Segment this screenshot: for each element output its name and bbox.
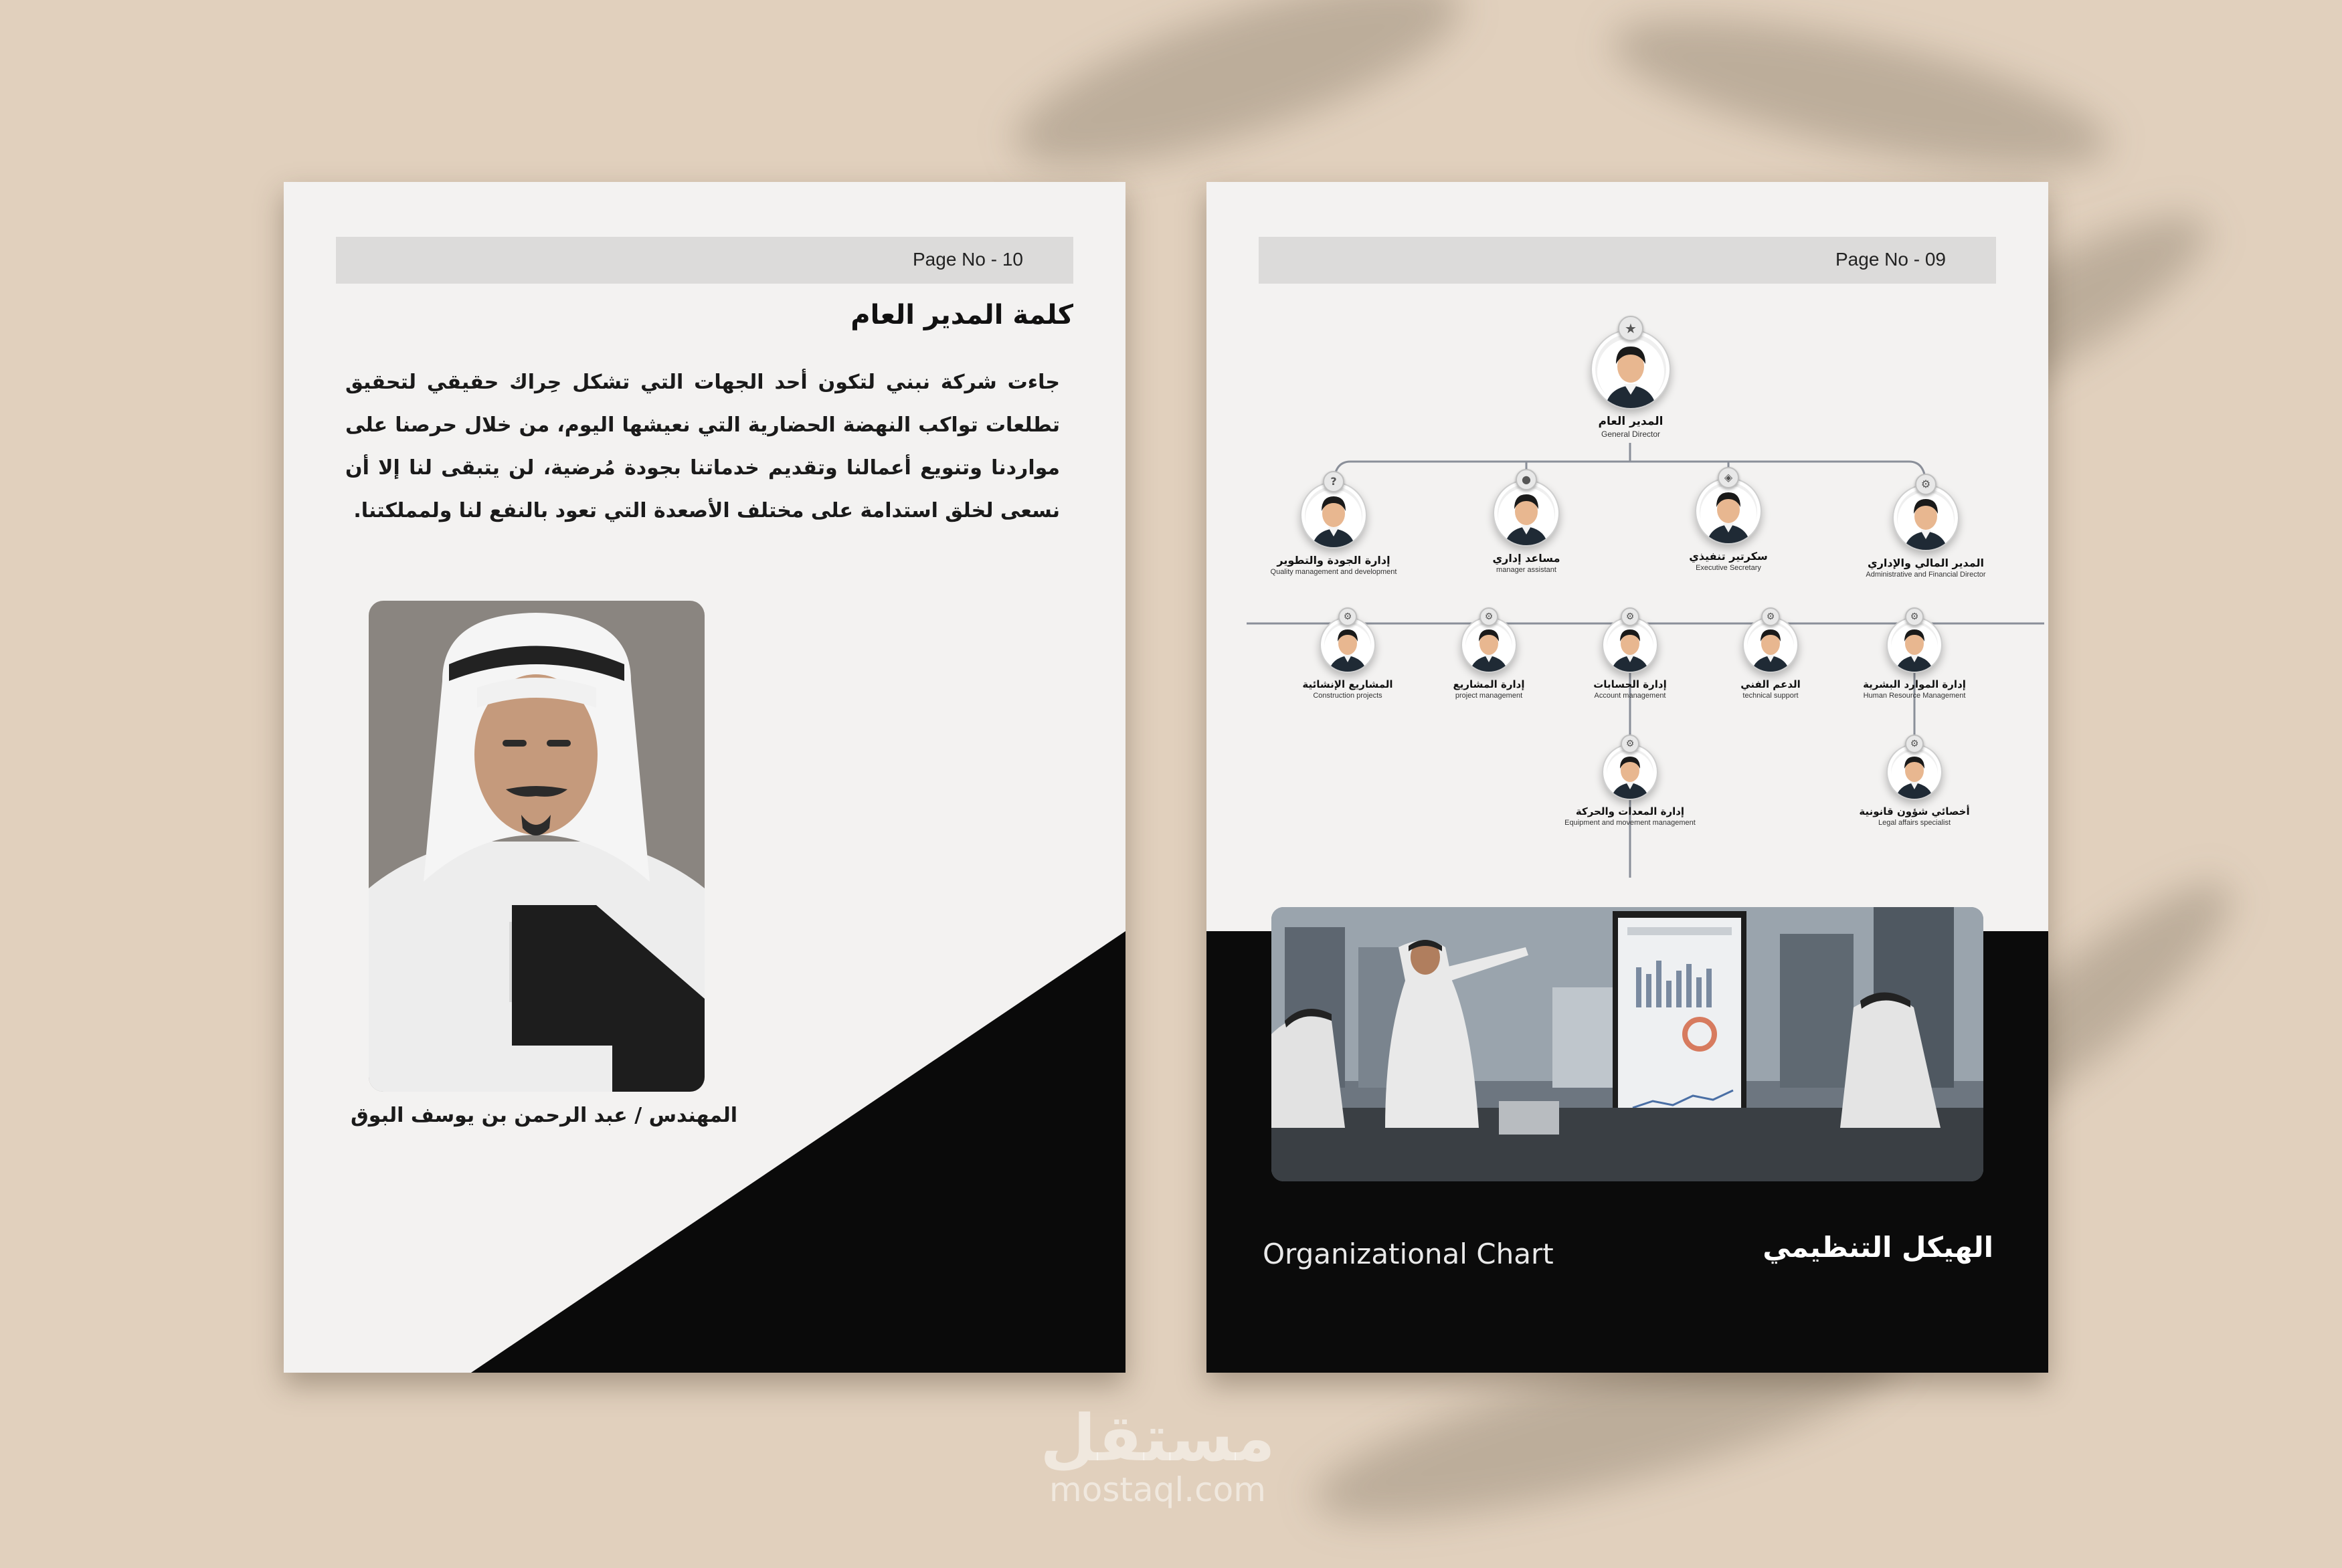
- node-title-ar: المشاريع الإنشائية: [1302, 678, 1393, 690]
- node-title-ar: مساعد إداري: [1492, 552, 1560, 565]
- gear-badge-icon: ⚙: [1621, 607, 1639, 626]
- gear-badge-icon: ⚙: [1621, 734, 1639, 753]
- person-avatar-icon: [1898, 492, 1954, 550]
- person-avatar-icon: [1305, 490, 1362, 547]
- node-title-en: Legal affairs specialist: [1878, 819, 1951, 827]
- person-avatar-icon: [1891, 751, 1938, 799]
- person-badge-icon: ●: [1516, 469, 1537, 490]
- leaf-shadow: [1600, 0, 2121, 199]
- footer-title-ar: الهيكل التنظيمي: [1763, 1231, 1993, 1264]
- page-number-bar: Page No - 10: [336, 237, 1073, 284]
- watermark: مستقل mostaql.com: [984, 1405, 1332, 1508]
- node-title-en: Quality management and development: [1270, 568, 1397, 576]
- tag-badge-icon: ◈: [1718, 467, 1739, 488]
- person-avatar-icon: [1747, 624, 1794, 672]
- org-node-executive-secretary: ◈ سكرتير تنفيذي Executive Secretary: [1635, 467, 1822, 572]
- watermark-arabic: مستقل: [1040, 1401, 1275, 1476]
- footer-title-en: Organizational Chart: [1263, 1238, 1554, 1270]
- person-avatar-icon: [1700, 486, 1756, 543]
- gear-badge-icon: ⚙: [1915, 474, 1936, 495]
- page-general-director-word: Page No - 10 كلمة المدير العام جاءت شركة…: [284, 182, 1125, 1373]
- person-avatar-icon: [1498, 488, 1554, 545]
- black-shape-accent: [512, 905, 705, 1092]
- node-title-ar: إدارة الجودة والتطوير: [1277, 554, 1390, 567]
- lightbulb-badge-icon: ?: [1323, 471, 1344, 492]
- node-title-en: manager assistant: [1496, 566, 1556, 574]
- director-name-caption: المهندس / عبد الرحمن بن يوسف البوق: [350, 1104, 738, 1127]
- person-avatar-icon: [1891, 624, 1938, 672]
- node-title-en: Executive Secretary: [1696, 564, 1761, 572]
- person-avatar-icon: [1597, 338, 1664, 408]
- page-organizational-chart: Page No - 09 ★ المدير العام General Dire…: [1206, 182, 2048, 1373]
- body-paragraph: جاءت شركة نبني لتكون أحد الجهات التي تشك…: [345, 371, 1060, 522]
- watermark-url: mostaql.com: [1049, 1470, 1266, 1509]
- gear-badge-icon: ⚙: [1761, 607, 1780, 626]
- node-title-ar: أخصائي شؤون قانونية: [1859, 805, 1970, 817]
- org-node-construction-projects: ⚙ المشاريع الإنشائية Construction projec…: [1254, 607, 1441, 700]
- node-title-ar: المدير المالي والإداري: [1868, 557, 1984, 569]
- gear-badge-icon: ⚙: [1905, 607, 1924, 626]
- node-title-ar: سكرتير تنفيذي: [1689, 550, 1768, 563]
- meeting-photo: [1271, 907, 1983, 1181]
- star-badge-icon: ★: [1618, 316, 1643, 341]
- page-title: كلمة المدير العام: [850, 300, 1073, 330]
- person-avatar-icon: [1465, 624, 1512, 672]
- director-portrait: [369, 601, 705, 1092]
- gear-badge-icon: ⚙: [1479, 607, 1498, 626]
- node-title-en: General Director: [1601, 429, 1661, 439]
- org-node-general-director: ★ المدير العام General Director: [1537, 316, 1724, 439]
- org-node-legal-affairs: ⚙ أخصائي شؤون قانونية Legal affairs spec…: [1821, 734, 2008, 827]
- node-title-en: Construction projects: [1313, 692, 1382, 700]
- gear-badge-icon: ⚙: [1905, 734, 1924, 753]
- gear-badge-icon: ⚙: [1338, 607, 1357, 626]
- leaf-shadow: [996, 0, 1479, 203]
- node-title-en: Equipment and movement management: [1564, 819, 1696, 827]
- page-number: Page No - 10: [913, 249, 1023, 270]
- person-avatar-icon: [1324, 624, 1371, 672]
- org-node-manager-assistant: ● مساعد إداري manager assistant: [1433, 469, 1620, 574]
- person-avatar-icon: [1607, 624, 1653, 672]
- node-title-en: Administrative and Financial Director: [1866, 571, 1986, 579]
- person-avatar-icon: [1607, 751, 1653, 799]
- org-node-financial-director: ⚙ المدير المالي والإداري Administrative …: [1832, 474, 2019, 579]
- node-title-ar: إدارة المعدات والحركة: [1575, 805, 1685, 817]
- org-node-quality-management: ? إدارة الجودة والتطوير Quality manageme…: [1240, 471, 1427, 576]
- node-title-ar: المدير العام: [1598, 415, 1663, 428]
- org-node-equipment-management: ⚙ إدارة المعدات والحركة Equipment and mo…: [1536, 734, 1724, 827]
